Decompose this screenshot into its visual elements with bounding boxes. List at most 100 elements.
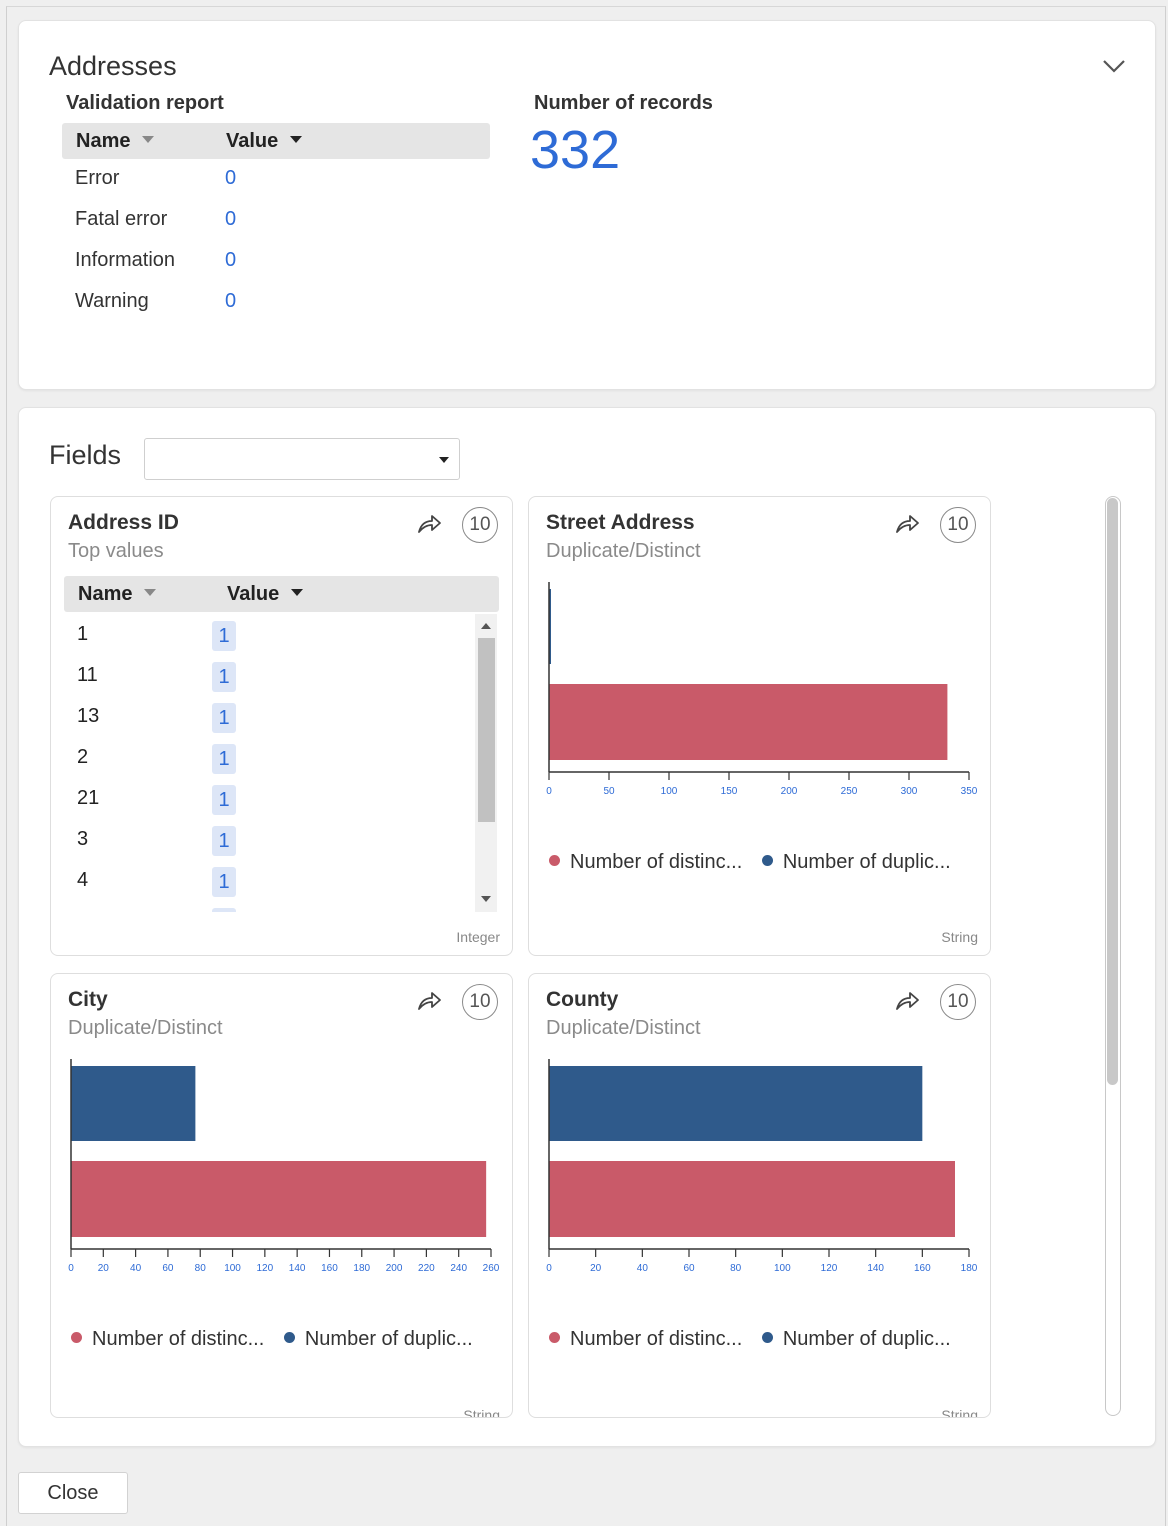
records-count: 332	[530, 120, 621, 180]
x-tick-label: 80	[730, 1263, 742, 1274]
x-tick-label: 200	[386, 1263, 403, 1274]
legend-dot-duplicate	[283, 1332, 295, 1344]
share-icon[interactable]	[416, 513, 442, 535]
top-values-scrollbar[interactable]	[475, 614, 497, 912]
validation-row-value[interactable]: 0	[225, 240, 236, 280]
chart-legend: Number of distinc... Number of duplic...	[549, 1328, 965, 1351]
x-tick-label: 160	[914, 1263, 931, 1274]
name-column-header[interactable]: Name	[78, 576, 157, 612]
card-address-id: Address ID Top values 10 Name Value 1 1 11…	[50, 496, 513, 956]
x-tick-label: 20	[98, 1263, 110, 1274]
table-row[interactable]: 13 1	[64, 696, 474, 737]
legend-item-duplicate[interactable]: Number of duplic...	[761, 851, 951, 874]
name-column-header[interactable]: Name	[76, 123, 155, 159]
scroll-thumb[interactable]	[478, 638, 495, 822]
x-tick-label: 140	[867, 1263, 884, 1274]
card-title: City	[68, 988, 108, 1011]
table-row[interactable]: 11	[64, 614, 474, 655]
summary-panel: Addresses Validation report Name Value E…	[18, 20, 1156, 390]
bar-distinct[interactable]	[549, 1161, 955, 1237]
x-tick-label: 160	[321, 1263, 338, 1274]
legend-dot-duplicate	[761, 855, 773, 867]
field-type-label: String	[941, 1407, 978, 1418]
x-tick-label: 220	[418, 1263, 435, 1274]
fields-scroll-thumb[interactable]	[1107, 498, 1118, 1085]
field-type-label: Integer	[456, 929, 500, 945]
x-tick-label: 120	[257, 1263, 274, 1274]
x-tick-label: 250	[841, 786, 858, 797]
duplicate-distinct-chart: 0 20 40 60 80 100 120 140 160 180 200 220 240 260	[68, 1059, 500, 1274]
fields-panel: Fields Address ID Top values 10 Name Val…	[18, 407, 1156, 1447]
row-value: 1	[212, 908, 236, 912]
table-row[interactable]: 71	[64, 901, 474, 912]
table-row[interactable]: 31	[64, 819, 474, 860]
x-tick-label: 140	[289, 1263, 306, 1274]
bar-duplicate[interactable]	[549, 1066, 923, 1141]
row-value: 1	[212, 703, 236, 733]
card-subtitle: Top values	[68, 540, 164, 562]
share-icon[interactable]	[894, 513, 920, 535]
fields-label: Fields	[49, 440, 122, 470]
row-value: 1	[212, 662, 236, 692]
validation-row-value[interactable]: 0	[225, 199, 236, 239]
legend-item-distinct[interactable]: Number of distinc...	[549, 1328, 742, 1351]
bar-duplicate[interactable]	[71, 1066, 196, 1141]
x-tick-label: 120	[821, 1263, 838, 1274]
validation-row-value[interactable]: 0	[225, 158, 236, 198]
x-tick-label: 20	[590, 1263, 602, 1274]
x-tick-label: 100	[224, 1263, 241, 1274]
validation-grid-header: Name Value	[62, 123, 490, 159]
count-badge[interactable]: 10	[940, 984, 976, 1020]
chart-legend: Number of distinc... Number of duplic...	[71, 1328, 487, 1351]
table-row[interactable]: 21	[64, 737, 474, 778]
close-button[interactable]: Close	[18, 1472, 128, 1514]
legend-item-distinct[interactable]: Number of distinc...	[71, 1328, 264, 1351]
legend-dot-distinct	[549, 1332, 560, 1344]
bar-distinct[interactable]	[549, 684, 948, 760]
x-tick-label: 300	[901, 786, 918, 797]
table-row[interactable]: 21 1	[64, 778, 474, 819]
row-value: 1	[212, 826, 236, 856]
x-tick-label: 0	[68, 1263, 74, 1274]
card-subtitle: Duplicate/Distinct	[68, 1017, 223, 1039]
table-row[interactable]: 41	[64, 860, 474, 901]
x-tick-label: 40	[130, 1263, 142, 1274]
legend-item-duplicate[interactable]: Number of duplic...	[761, 1328, 951, 1351]
x-tick-label: 80	[195, 1263, 207, 1274]
scroll-down-icon[interactable]	[481, 896, 491, 902]
fields-scrollbar[interactable]	[1105, 496, 1121, 1416]
row-name: 13	[77, 705, 100, 727]
validation-row: Fatal error 0	[75, 199, 475, 239]
legend-item-distinct[interactable]: Number of distinc...	[549, 851, 742, 874]
chevron-down-icon[interactable]	[1101, 57, 1127, 75]
value-column-header[interactable]: Value	[226, 123, 303, 159]
row-value: 1	[212, 744, 236, 774]
duplicate-distinct-chart: 0 20 40 60 80 100 120 140 160 180	[546, 1059, 978, 1274]
share-icon[interactable]	[416, 990, 442, 1012]
x-tick-label: 240	[450, 1263, 467, 1274]
x-tick-label: 0	[546, 1263, 552, 1274]
x-tick-label: 180	[961, 1263, 978, 1274]
duplicate-distinct-chart: 0 50 100 150 200 250 300 350	[546, 582, 978, 797]
row-name: 1	[77, 623, 89, 645]
fields-dropdown[interactable]	[144, 438, 460, 480]
x-tick-label: 100	[774, 1263, 791, 1274]
scroll-up-icon[interactable]	[481, 623, 491, 629]
legend-dot-duplicate	[761, 1332, 773, 1344]
bar-distinct[interactable]	[71, 1161, 487, 1237]
share-icon[interactable]	[894, 990, 920, 1012]
value-column-header[interactable]: Value	[227, 576, 304, 612]
top-values-grid-header: Name Value	[64, 576, 499, 612]
count-badge[interactable]: 10	[462, 984, 498, 1020]
row-value: 1	[212, 621, 236, 651]
count-badge[interactable]: 10	[940, 507, 976, 543]
validation-row-name: Warning	[75, 290, 149, 312]
card-street-address: Street Address Duplicate/Distinct 10 0 50…	[528, 496, 991, 956]
legend-dot-distinct	[71, 1332, 82, 1344]
count-badge[interactable]: 10	[462, 507, 498, 543]
card-title: Street Address	[546, 511, 695, 534]
table-row[interactable]: 11 1	[64, 655, 474, 696]
validation-row-value[interactable]: 0	[225, 281, 236, 321]
row-value: 1	[212, 785, 236, 815]
legend-item-duplicate[interactable]: Number of duplic...	[283, 1328, 473, 1351]
